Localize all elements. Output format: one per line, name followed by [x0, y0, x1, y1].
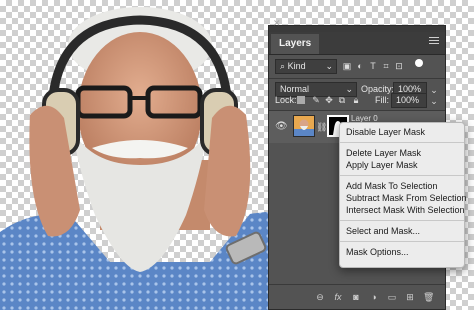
lock-artboard-icon[interactable]: ⧉: [337, 95, 347, 105]
link-layers-icon[interactable]: ⊖: [315, 292, 325, 302]
search-icon: ⌕: [280, 61, 286, 71]
fill-label: Fill:: [375, 95, 389, 105]
fill-value: 100%: [396, 95, 420, 105]
close-panel-icon[interactable]: ✕: [273, 19, 281, 28]
tab-layers[interactable]: Layers: [271, 34, 320, 54]
menu-item-select-and-mask[interactable]: Select and Mask...: [340, 225, 464, 237]
menu-item-add-mask-to-selection[interactable]: Add Mask To Selection: [340, 180, 464, 192]
lock-label: Lock:: [275, 95, 297, 105]
menu-separator: [340, 175, 464, 176]
panel-tab-row: Layers: [269, 32, 445, 55]
layers-bottom-toolbar: ⊖ fx ◙ ◑ ▭ ⊞ 🗑︎: [269, 284, 445, 309]
menu-item-mask-options[interactable]: Mask Options...: [340, 246, 464, 258]
menu-separator: [340, 220, 464, 221]
opacity-dropdown-icon[interactable]: ⌄: [429, 85, 439, 95]
eye-visibility-icon[interactable]: 👁︎: [275, 122, 288, 132]
layer-mask-context-menu: Disable Layer Mask Delete Layer Mask Apply…: [339, 122, 467, 268]
layer-thumbnail[interactable]: [293, 115, 315, 137]
image-filter-icon[interactable]: ▣: [342, 61, 352, 71]
filter-kind-select[interactable]: ⌕ Kind ⌄: [275, 59, 337, 74]
menu-item-disable-layer-mask[interactable]: Disable Layer Mask: [340, 126, 464, 138]
lock-image-icon[interactable]: ✎: [311, 95, 321, 105]
adjustment-filter-icon[interactable]: ◐: [355, 61, 365, 71]
fill-dropdown-icon[interactable]: ⌄: [429, 96, 439, 106]
menu-item-apply-layer-mask[interactable]: Apply Layer Mask: [340, 159, 464, 171]
menu-separator: [340, 241, 464, 242]
filter-kind-value: Kind: [287, 61, 306, 71]
menu-item-intersect-mask-with-selection[interactable]: Intersect Mask With Selection: [340, 204, 465, 216]
menu-separator: [340, 142, 464, 143]
new-adjustment-icon[interactable]: ◑: [369, 292, 379, 302]
panel-menu-icon[interactable]: [429, 37, 439, 47]
toggle-filter-icon[interactable]: [415, 59, 423, 67]
chevron-down-icon: ⌄: [325, 61, 333, 71]
layer-thumbnail-image: [294, 116, 314, 136]
new-layer-icon[interactable]: ⊞: [405, 292, 415, 302]
fx-icon[interactable]: fx: [333, 292, 343, 302]
smart-object-filter-icon[interactable]: ⊡: [394, 61, 404, 71]
lock-position-icon[interactable]: ✥: [324, 95, 334, 105]
delete-layer-icon[interactable]: 🗑︎: [423, 292, 434, 302]
menu-item-subtract-mask-from-selection[interactable]: Subtract Mask From Selection: [340, 192, 467, 204]
add-mask-icon[interactable]: ◙: [351, 292, 361, 302]
type-filter-icon[interactable]: T: [368, 61, 378, 71]
new-group-icon[interactable]: ▭: [387, 292, 397, 302]
lock-transparent-icon[interactable]: [297, 96, 305, 104]
menu-item-delete-layer-mask[interactable]: Delete Layer Mask: [340, 147, 464, 159]
lock-all-icon[interactable]: 🔒︎: [351, 95, 361, 105]
mask-link-icon[interactable]: ⛓︎: [316, 122, 327, 132]
shape-filter-icon[interactable]: ⌗: [381, 61, 391, 71]
fill-input[interactable]: 100%: [391, 93, 427, 108]
